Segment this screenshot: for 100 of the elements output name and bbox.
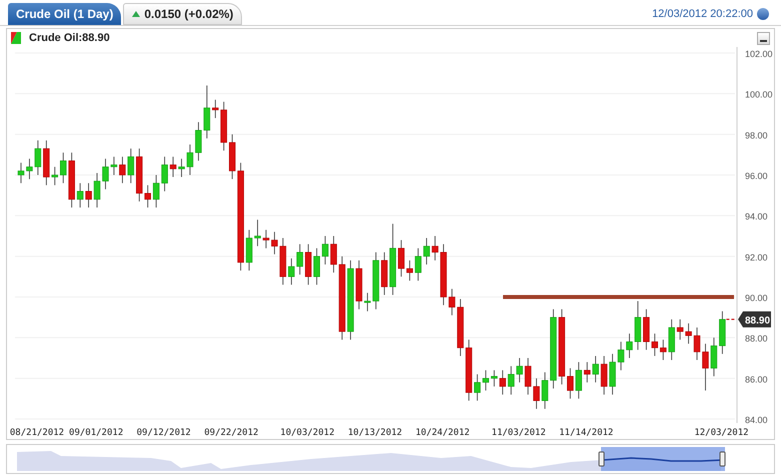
candlestick <box>356 260 362 310</box>
candlestick <box>94 172 100 208</box>
candlestick <box>212 99 219 118</box>
candlestick <box>102 158 109 190</box>
candlestick <box>381 252 388 296</box>
candlestick <box>195 122 202 162</box>
candlestick <box>676 318 684 340</box>
candlestick <box>432 236 438 261</box>
candlestick <box>542 372 548 410</box>
candlestick <box>364 292 371 312</box>
candlestick <box>144 184 151 208</box>
x-axis-label: 11/14/2012 <box>559 428 614 438</box>
candlestick <box>204 85 210 139</box>
candlestick <box>668 318 675 360</box>
candlestick <box>85 182 92 208</box>
x-axis-label: 09/12/2012 <box>136 428 191 438</box>
candlestick <box>271 232 278 255</box>
candlestick <box>76 182 84 208</box>
price-tag: 88.90 <box>738 311 771 328</box>
candlestick <box>575 362 582 400</box>
candlestick <box>643 308 650 350</box>
x-axis-label: 09/22/2012 <box>204 428 258 438</box>
candlestick <box>280 238 286 286</box>
candlestick <box>288 258 295 286</box>
candlestick <box>305 244 312 286</box>
up-triangle-icon <box>132 11 140 17</box>
candlestick <box>119 156 126 184</box>
x-axis-label: 08/21/2012 <box>10 428 64 438</box>
candlestick <box>136 148 143 202</box>
candlestick <box>600 356 608 395</box>
round-button-icon[interactable] <box>757 8 769 20</box>
candlestick <box>186 144 194 176</box>
candlestick <box>52 166 58 186</box>
candlestick <box>414 248 422 282</box>
candlestick <box>474 374 481 402</box>
candlestick <box>398 240 404 278</box>
candlestick <box>710 337 718 377</box>
candlestick <box>330 236 337 273</box>
y-axis-label: 92.00 <box>745 252 768 262</box>
y-axis-label: 84.00 <box>745 415 768 425</box>
last-price-line <box>726 318 735 320</box>
candlestick <box>533 378 540 410</box>
x-axis-label: 11/03/2012 <box>492 428 546 438</box>
candlestick <box>34 140 42 176</box>
y-axis-label: 100.00 <box>745 90 773 100</box>
candlestick <box>457 298 464 356</box>
candlestick <box>18 162 24 184</box>
candlestick <box>322 236 328 265</box>
candlestick <box>567 368 574 400</box>
candlestick <box>482 370 489 391</box>
candlestick <box>592 356 599 383</box>
candlestick <box>246 230 252 271</box>
candlestick <box>499 370 506 395</box>
x-axis-label: 10/24/2012 <box>416 428 470 438</box>
candlestick <box>524 358 532 395</box>
timestamp: 12/03/2012 20:22:00 <box>652 6 753 22</box>
candlestick <box>178 158 185 178</box>
candlestick <box>448 288 456 316</box>
x-axis-label: 10/13/2012 <box>348 428 402 438</box>
candlestick <box>43 140 50 186</box>
candlestick <box>26 158 33 180</box>
candlestick <box>466 339 472 402</box>
candlestick <box>220 101 228 151</box>
y-axis-label: 88.00 <box>745 334 768 344</box>
candlestick <box>626 333 633 358</box>
candlestick <box>516 358 523 383</box>
y-axis-label: 102.00 <box>745 49 773 59</box>
candlestick <box>372 252 380 310</box>
x-axis-label: 10/03/2012 <box>280 428 334 438</box>
candle-legend-icon <box>11 32 21 44</box>
chart-tab[interactable]: Crude Oil (1 Day) <box>8 3 122 25</box>
minimize-button[interactable] <box>757 32 770 44</box>
candlestick <box>296 244 304 276</box>
candlestick <box>229 134 236 180</box>
candlestick <box>110 156 118 176</box>
candlestick <box>440 244 447 306</box>
y-axis-label: 96.00 <box>745 171 768 181</box>
y-axis-label: 86.00 <box>745 374 768 384</box>
candlestick <box>490 370 498 387</box>
candlestick <box>618 341 624 371</box>
candlestick <box>423 238 430 265</box>
candlestick <box>694 327 700 360</box>
candlestick <box>170 156 176 178</box>
candlestick <box>152 174 160 208</box>
candlestick <box>508 366 514 395</box>
legend-label: Crude Oil:88.90 <box>29 30 110 46</box>
candlestick <box>685 323 692 344</box>
candlestick <box>660 339 666 360</box>
candlestick <box>652 333 658 356</box>
candlestick <box>68 152 75 208</box>
candlestick <box>314 248 320 286</box>
candlestick <box>128 148 134 184</box>
y-axis-label: 94.00 <box>745 212 768 222</box>
y-axis-label: 90.00 <box>745 293 768 303</box>
candlestick <box>634 300 642 350</box>
candlestick <box>161 156 168 192</box>
x-axis-label: 12/03/2012 <box>694 428 749 438</box>
candlestick <box>262 230 270 249</box>
chart-tab[interactable]: 0.0150 (+0.02%) <box>123 3 242 25</box>
y-axis-label: 98.00 <box>745 130 768 140</box>
